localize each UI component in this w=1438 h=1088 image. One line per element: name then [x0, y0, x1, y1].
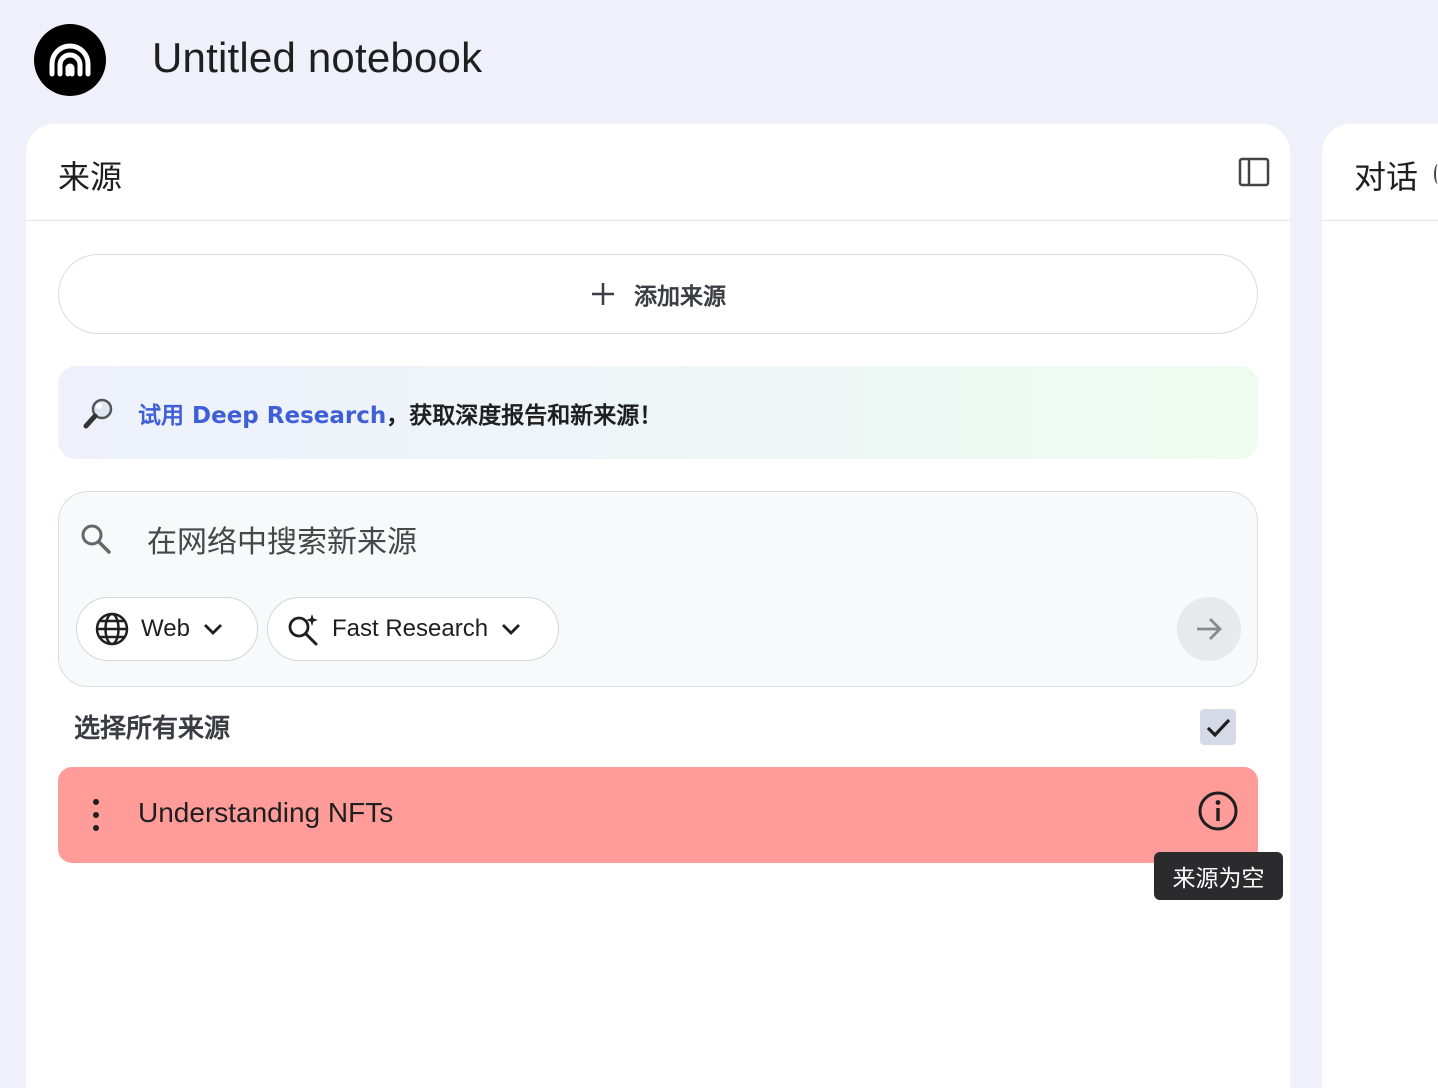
chat-panel-icon — [1434, 164, 1438, 184]
sources-panel-title: 来源 — [58, 158, 123, 196]
search-icon — [79, 522, 113, 560]
select-all-checkbox[interactable] — [1200, 709, 1236, 745]
info-button[interactable] — [1196, 789, 1240, 833]
add-source-button[interactable]: 添加来源 — [58, 254, 1258, 334]
research-chip-label: Fast Research — [332, 615, 489, 642]
add-source-label: 添加来源 — [634, 284, 726, 310]
chat-panel: 对话 — [1322, 124, 1438, 1088]
panel-collapse-button[interactable] — [1236, 154, 1272, 190]
plus-icon — [592, 283, 614, 305]
sources-panel-header: 来源 — [26, 124, 1290, 221]
web-chip-label: Web — [141, 615, 190, 642]
research-mode-dropdown[interactable]: Fast Research — [267, 597, 559, 661]
more-options-icon[interactable] — [86, 799, 106, 831]
arrow-right-icon — [1197, 618, 1222, 640]
magnifier-emoji-icon — [83, 398, 113, 428]
deep-research-banner: 试用 Deep Research，获取深度报告和新来源！ — [58, 366, 1258, 459]
source-empty-tooltip: 来源为空 — [1154, 852, 1283, 900]
globe-icon — [95, 612, 129, 646]
checkmark-icon — [1206, 718, 1231, 738]
chat-panel-header: 对话 — [1322, 124, 1438, 221]
chevron-down-icon — [502, 624, 521, 635]
source-item[interactable]: Understanding NFTs — [58, 767, 1258, 863]
select-all-label: 选择所有来源 — [74, 714, 231, 744]
search-input[interactable] — [147, 518, 1147, 566]
chat-panel-title: 对话 — [1354, 158, 1419, 196]
source-title: Understanding NFTs — [138, 797, 394, 828]
notebook-logo-icon[interactable] — [34, 24, 106, 96]
panel-collapse-icon — [1238, 157, 1270, 187]
sources-panel: 来源 添加来源 试用 Deep Research，获取深度报告和新来源！ 在网络… — [26, 124, 1290, 1088]
search-submit-button[interactable] — [1177, 597, 1241, 661]
info-icon — [1198, 791, 1238, 831]
deep-research-link[interactable]: 试用 Deep Research — [138, 403, 386, 429]
web-source-dropdown[interactable]: Web — [76, 597, 258, 661]
sparkle-search-icon — [288, 614, 318, 646]
deep-research-text: ，获取深度报告和新来源！ — [386, 402, 663, 429]
web-search-box: Web Fast Research — [58, 491, 1258, 687]
notebook-title[interactable]: Untitled notebook — [152, 34, 482, 82]
chevron-down-icon — [203, 624, 222, 635]
